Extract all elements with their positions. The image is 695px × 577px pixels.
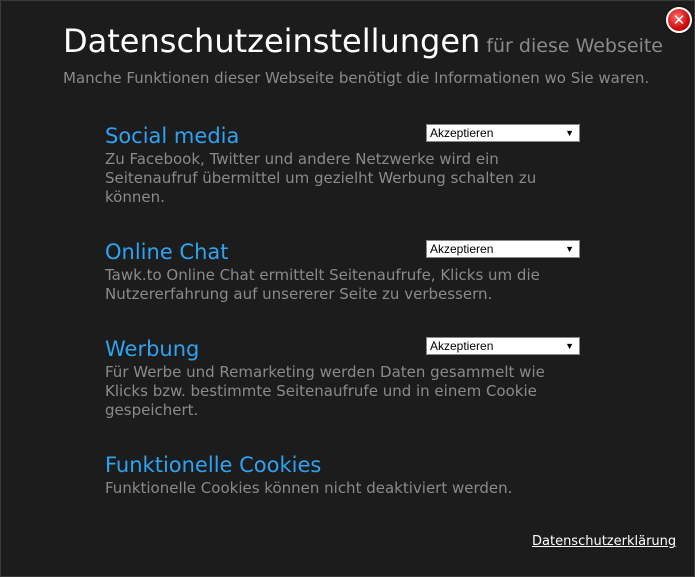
werbung-select[interactable]: Akzeptieren ▼	[426, 337, 580, 355]
section-description: Zu Facebook, Twitter und andere Netzwerk…	[105, 150, 537, 206]
dialog-subtitle: für diese Webseite	[486, 35, 663, 57]
section-funktionelle-cookies: Funktionelle Cookies Funktionelle Cookie…	[105, 451, 585, 498]
close-icon[interactable]: ✕	[666, 7, 692, 33]
dropdown-arrow-icon: ▼	[565, 244, 574, 254]
select-value: Akzeptieren	[430, 126, 494, 140]
privacy-dialog: ✕ Datenschutzeinstellungen für diese Webs…	[0, 0, 695, 577]
section-social-media: Social media Akzeptieren ▼ Zu Facebook, …	[105, 122, 585, 207]
social-media-select[interactable]: Akzeptieren ▼	[426, 124, 580, 142]
privacy-policy-link[interactable]: Datenschutzerklärung	[532, 533, 676, 551]
section-title: Funktionelle Cookies	[105, 453, 322, 477]
section-description: Funktionelle Cookies können nicht deakti…	[105, 479, 513, 497]
section-description: Tawk.to Online Chat ermittelt Seitenaufr…	[105, 266, 540, 303]
dialog-title: Datenschutzeinstellungen für diese Websei…	[63, 21, 663, 66]
dialog-title-text: Datenschutzeinstellungen	[63, 22, 481, 60]
select-value: Akzeptieren	[430, 242, 494, 256]
section-online-chat: Online Chat Akzeptieren ▼ Tawk.to Online…	[105, 238, 585, 304]
dropdown-arrow-icon: ▼	[565, 341, 574, 351]
dialog-intro: Manche Funktionen dieser Webseite benöti…	[63, 69, 650, 87]
dropdown-arrow-icon: ▼	[565, 128, 574, 138]
select-value: Akzeptieren	[430, 339, 494, 353]
section-description: Für Werbe und Remarketing werden Daten g…	[105, 363, 545, 419]
section-werbung: Werbung Akzeptieren ▼ Für Werbe und Rema…	[105, 335, 585, 420]
online-chat-select[interactable]: Akzeptieren ▼	[426, 240, 580, 258]
